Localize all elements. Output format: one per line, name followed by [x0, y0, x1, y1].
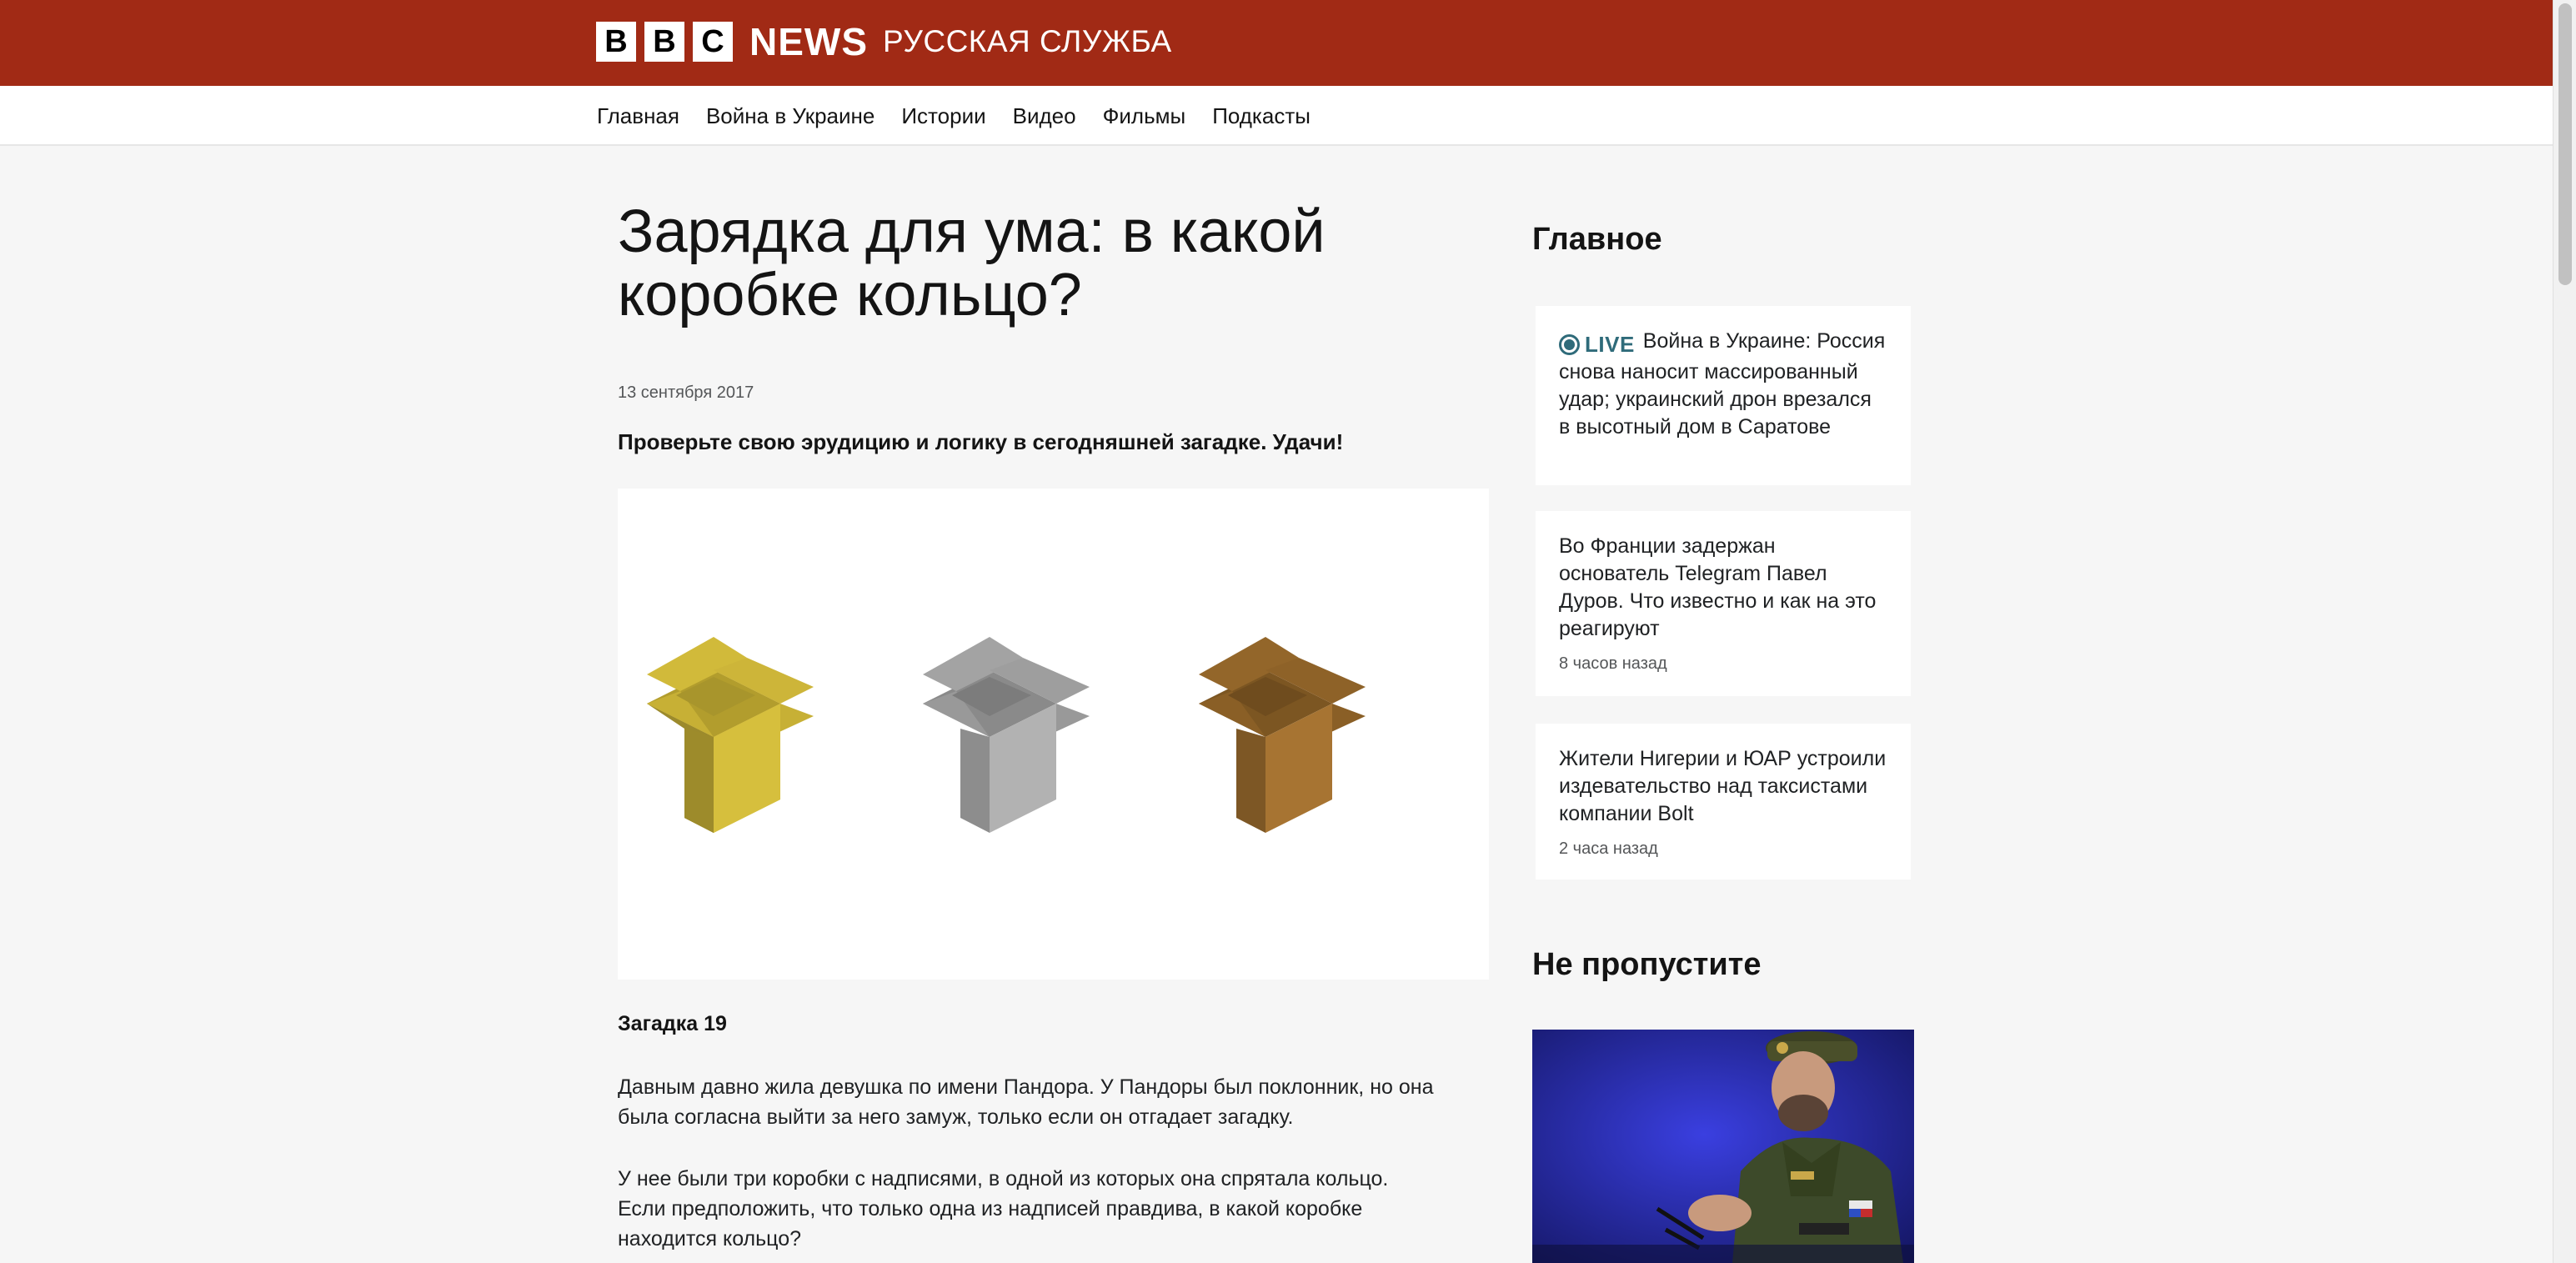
article-lead: Проверьте свою эрудицию и логику в сегод…: [618, 429, 1344, 454]
bbc-logo-block: C: [693, 22, 733, 62]
dont-miss-promo-image[interactable]: [1532, 1030, 1914, 1263]
top-story-title: LIVE Война в Украине: Россия снова нанос…: [1559, 328, 1887, 441]
bbc-russian-logo-link[interactable]: B B C NEWS РУССКАЯ СЛУЖБА: [596, 22, 1172, 62]
live-badge: LIVE: [1559, 331, 1635, 358]
dont-miss-heading: Не пропустите: [1532, 947, 1762, 982]
article-date: 13 сентября 2017: [618, 383, 754, 402]
scrollbar-thumb[interactable]: [2558, 3, 2572, 285]
silver-box: [923, 637, 1090, 833]
bbc-logo-block: B: [644, 22, 684, 62]
top-stories-heading: Главное: [1532, 222, 1662, 257]
top-story-headline[interactable]: Во Франции задержан основатель Telegram …: [1559, 533, 1887, 643]
article-paragraph: Давным давно жила девушка по имени Пандо…: [618, 1075, 1434, 1129]
top-story-card[interactable]: Жители Нигерии и ЮАР устроили издеватель…: [1536, 724, 1911, 880]
bronze-box: [1199, 637, 1366, 833]
gold-box: [647, 637, 814, 833]
nav-item-stories[interactable]: Истории: [901, 103, 985, 129]
nav-item-video[interactable]: Видео: [1013, 103, 1076, 129]
article-paragraph: У нее были три коробки с надписями, в од…: [618, 1167, 1389, 1250]
top-story-timestamp: 2 часа назад: [1559, 839, 1658, 858]
boxes-svg: [647, 637, 1366, 833]
nav-item-home[interactable]: Главная: [597, 103, 679, 129]
nav-item-films[interactable]: Фильмы: [1103, 103, 1186, 129]
three-boxes-illustration: [618, 489, 1489, 980]
news-wordmark: NEWS: [749, 20, 868, 63]
top-story-card[interactable]: LIVE Война в Украине: Россия снова нанос…: [1536, 306, 1911, 485]
bbc-logo-block: B: [596, 22, 636, 62]
bbc-logo: B B C: [596, 22, 733, 62]
riddle-title: Загадка 19: [618, 1012, 727, 1035]
promo-photo: [1532, 1030, 1914, 1263]
main-navigation: Главная Война в Украине Истории Видео Фи…: [0, 86, 2553, 146]
top-story-headline[interactable]: Жители Нигерии и ЮАР устроили издеватель…: [1559, 745, 1887, 828]
top-story-timestamp: 8 часов назад: [1559, 654, 1667, 673]
live-icon: [1559, 334, 1580, 355]
nav-list: Главная Война в Украине Истории Видео Фи…: [597, 86, 1337, 146]
article-headline: Зарядка для ума: в какой коробке кольцо?: [618, 198, 1326, 328]
live-label: LIVE: [1585, 332, 1635, 357]
site-header: B B C NEWS РУССКАЯ СЛУЖБА: [0, 0, 2553, 86]
page-scrollbar[interactable]: [2553, 0, 2576, 1263]
service-name: РУССКАЯ СЛУЖБА: [883, 24, 1172, 58]
nav-item-war-in-ukraine[interactable]: Война в Украине: [706, 103, 875, 129]
top-story-card[interactable]: Во Франции задержан основатель Telegram …: [1536, 511, 1911, 696]
nav-item-podcasts[interactable]: Подкасты: [1212, 103, 1311, 129]
